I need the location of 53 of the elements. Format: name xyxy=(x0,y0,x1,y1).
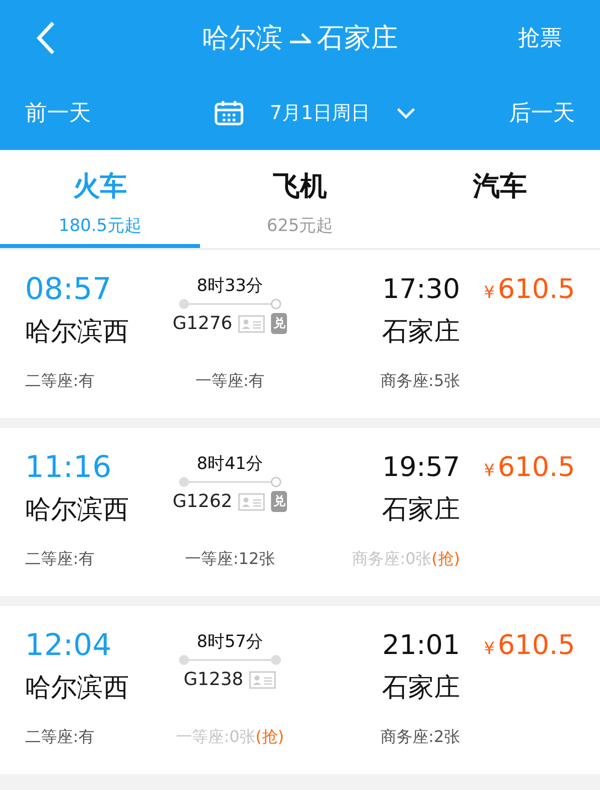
exchange-badge: 兑 xyxy=(271,491,288,512)
train-card[interactable]: 08:57 哈尔滨西 8时33分 G1276 兑 17:30 石家庄 ¥610.5 二等座:有 一等座:有 商务座:5张 xyxy=(0,250,600,418)
currency-symbol: ¥ xyxy=(484,461,495,481)
arrival-time: 21:01 xyxy=(382,629,460,663)
seat-availability: 二等座:有 xyxy=(25,727,94,748)
origin-city: 哈尔滨 xyxy=(202,22,283,56)
destination-city: 石家庄 xyxy=(317,22,398,56)
arrival-time: 19:57 xyxy=(382,451,460,485)
id-card-icon xyxy=(238,492,266,510)
currency-symbol: ¥ xyxy=(484,283,495,303)
ticket-price: 610.5 xyxy=(498,629,575,663)
duration: 8时33分 xyxy=(196,275,264,297)
departure-station: 哈尔滨西 xyxy=(25,316,129,349)
train-number: G1238 xyxy=(184,669,244,690)
train-number: G1276 xyxy=(172,313,232,334)
next-day-button[interactable]: 后一天 xyxy=(509,98,575,128)
arrival-station: 石家庄 xyxy=(382,494,460,527)
ticket-price: 610.5 xyxy=(498,451,575,485)
transport-tab[interactable]: 飞机 625元起 xyxy=(200,150,400,248)
id-card-icon xyxy=(249,670,276,688)
ticket-price: 610.5 xyxy=(498,273,575,307)
train-number: G1262 xyxy=(172,491,232,512)
arrival-station: 石家庄 xyxy=(382,672,460,705)
grab-link[interactable]: (抢) xyxy=(432,549,460,570)
id-card-icon xyxy=(238,314,266,332)
currency-symbol: ¥ xyxy=(484,639,495,659)
departure-station: 哈尔滨西 xyxy=(25,494,129,527)
previous-day-button[interactable]: 前一天 xyxy=(25,98,91,128)
seat-availability: 二等座:有 xyxy=(25,549,94,570)
seat-availability: 商务座:2张 xyxy=(380,727,460,748)
calendar-icon xyxy=(214,100,244,126)
departure-time: 11:16 xyxy=(25,449,112,487)
duration: 8时57分 xyxy=(196,631,264,653)
departure-time: 08:57 xyxy=(25,271,112,309)
date-picker[interactable]: 7月1日周日 xyxy=(214,100,416,126)
departure-time: 12:04 xyxy=(25,627,112,665)
duration: 8时41分 xyxy=(196,453,264,475)
train-card[interactable]: 12:04 哈尔滨西 8时57分 G1238 21:01 石家庄 ¥610.5 二等座:有 一等座:0张(抢) 商务座:2张 xyxy=(0,606,600,774)
grab-ticket-button[interactable]: 抢票 xyxy=(518,22,562,52)
seat-availability: 二等座:有 xyxy=(25,371,94,392)
departure-station: 哈尔滨西 xyxy=(25,672,129,705)
seat-availability: 商务座:0张 xyxy=(352,549,432,570)
train-card[interactable]: 11:16 哈尔滨西 8时41分 G1262 兑 19:57 石家庄 ¥610.5 二等座:有 一等座:12张 商务座:0张(抢) xyxy=(0,428,600,596)
exchange-badge: 兑 xyxy=(271,313,288,334)
seat-availability: 一等座:12张 xyxy=(185,549,275,570)
seat-availability: 商务座:5张 xyxy=(380,371,460,392)
chevron-down-icon xyxy=(396,106,416,118)
arrival-station: 石家庄 xyxy=(382,316,460,349)
seat-availability: 一等座:0张 xyxy=(176,727,256,748)
transport-tab[interactable]: 汽车 xyxy=(400,150,600,248)
seat-availability: 一等座:有 xyxy=(195,371,265,392)
arrival-time: 17:30 xyxy=(382,273,460,307)
grab-link[interactable]: (抢) xyxy=(256,727,284,748)
